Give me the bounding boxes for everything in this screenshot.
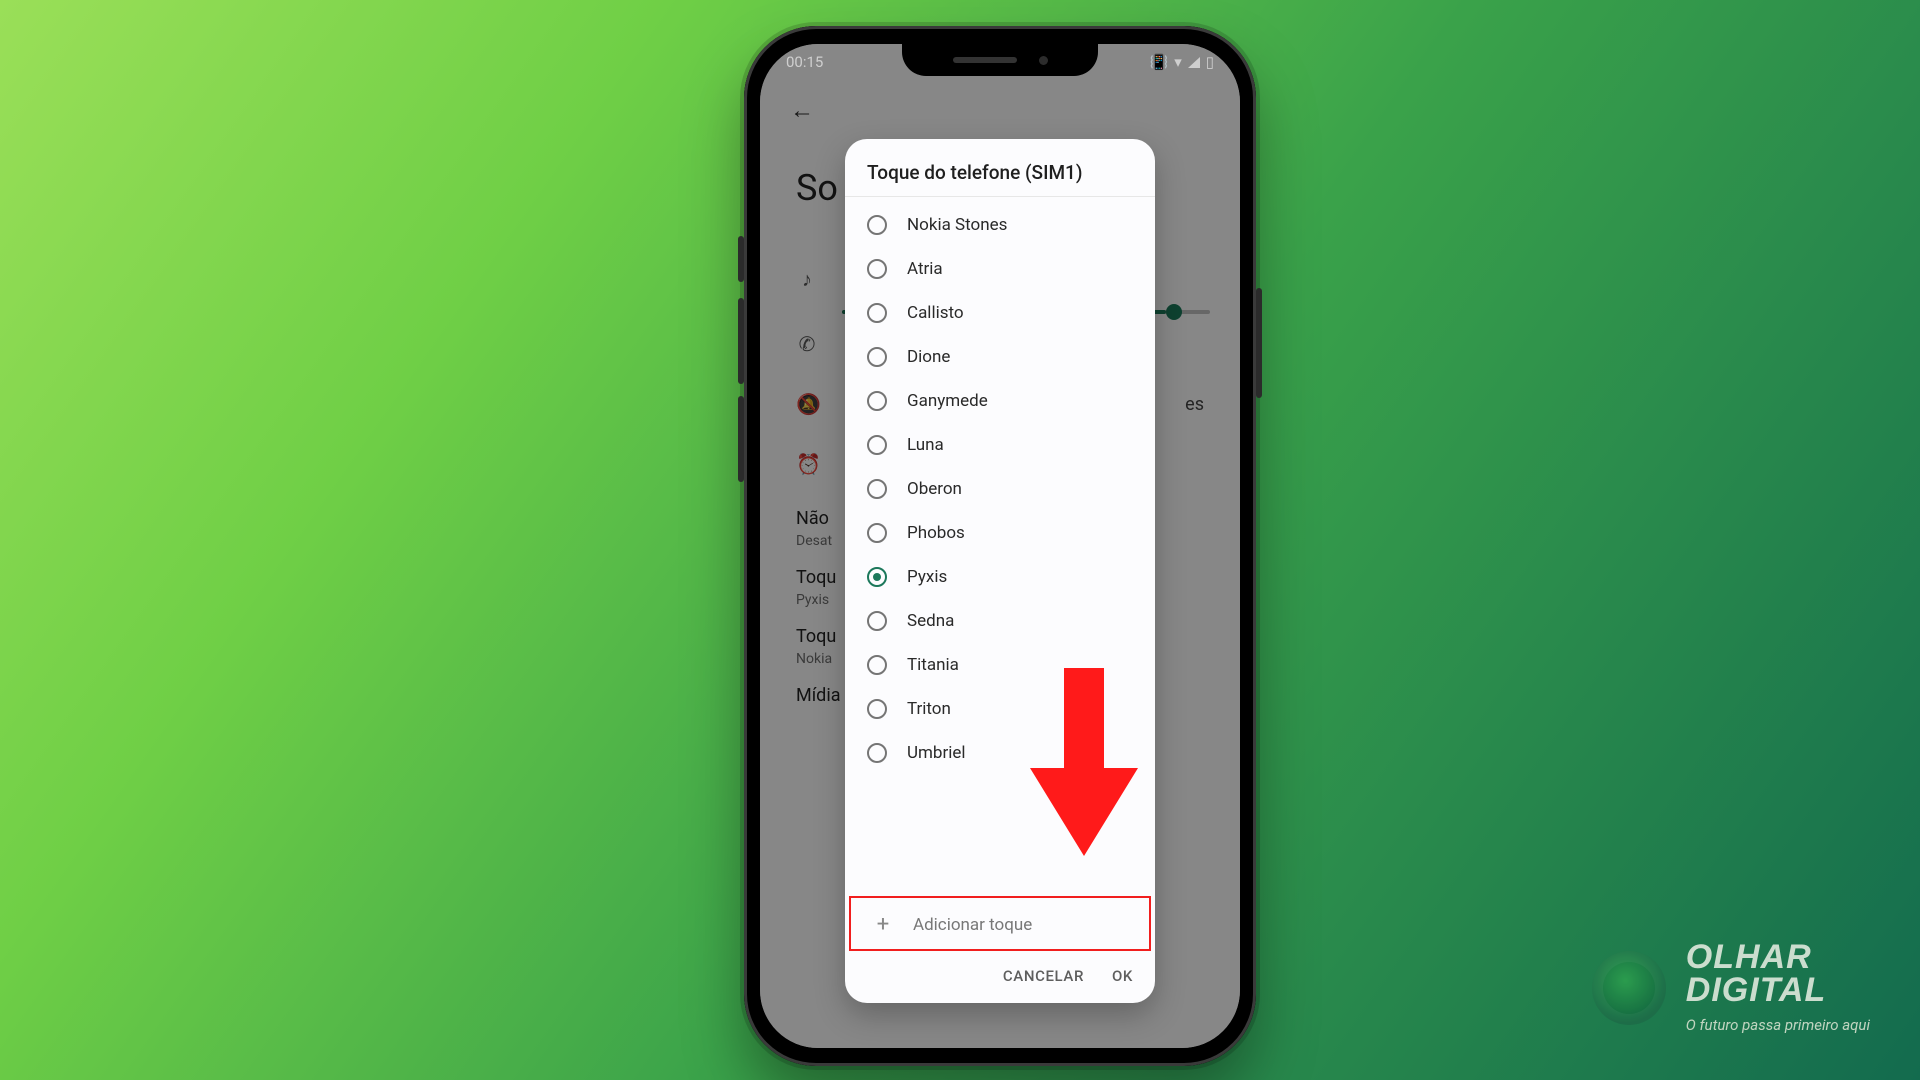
radio-icon bbox=[867, 215, 887, 235]
plus-icon: + bbox=[873, 912, 893, 937]
brand-line2: DIGITAL bbox=[1686, 974, 1870, 1006]
ringtone-label: Sedna bbox=[907, 611, 954, 631]
ringtone-option[interactable]: Sedna bbox=[845, 599, 1155, 643]
ringtone-option[interactable]: Triton bbox=[845, 687, 1155, 731]
ringtone-list[interactable]: Nokia Stones Atria Callisto Dione Ganymede Lu… bbox=[845, 201, 1155, 894]
ringtone-label: Phobos bbox=[907, 523, 965, 543]
alarm-icon: ⏰ bbox=[796, 452, 818, 476]
radio-icon bbox=[867, 303, 887, 323]
ringtone-label: Umbriel bbox=[907, 743, 966, 763]
brand-watermark: OLHAR DIGITAL O futuro passa primeiro aq… bbox=[1592, 941, 1870, 1034]
music-note-icon: ♪ bbox=[796, 267, 818, 292]
add-ringtone-label: Adicionar toque bbox=[913, 915, 1032, 935]
ringtone-option[interactable]: Dione bbox=[845, 335, 1155, 379]
status-time: 00:15 bbox=[786, 53, 823, 71]
radio-icon bbox=[867, 699, 887, 719]
ringtone-option[interactable]: Titania bbox=[845, 643, 1155, 687]
ringtone-label: Luna bbox=[907, 435, 944, 455]
radio-icon bbox=[867, 743, 887, 763]
brand-logo-icon bbox=[1592, 951, 1666, 1025]
ringtone-option[interactable]: Pyxis bbox=[845, 555, 1155, 599]
ringtone-label: Atria bbox=[907, 259, 943, 279]
ringtone-label: Oberon bbox=[907, 479, 962, 499]
battery-icon: ▯ bbox=[1206, 53, 1214, 71]
ringtone-option[interactable]: Umbriel bbox=[845, 731, 1155, 775]
radio-selected-icon bbox=[867, 567, 887, 587]
signal-icon bbox=[1188, 57, 1200, 68]
ringtone-option[interactable]: Phobos bbox=[845, 511, 1155, 555]
brand-tagline: O futuro passa primeiro aqui bbox=[1686, 1016, 1870, 1034]
ringtone-label: Dione bbox=[907, 347, 950, 367]
vibrate-icon: 📳 bbox=[1150, 53, 1169, 71]
bell-off-icon: 🔕 bbox=[796, 392, 818, 416]
tutorial-canvas: ← So ♪ ✆ 🔕 es ⏰ Não Desat bbox=[0, 0, 1920, 1080]
back-icon[interactable]: ← bbox=[790, 96, 1210, 125]
ringtone-label: Callisto bbox=[907, 303, 964, 323]
ringtone-label: Titania bbox=[907, 655, 959, 675]
dialog-title: Toque do telefone (SIM1) bbox=[845, 139, 1155, 196]
ringtone-option[interactable]: Nokia Stones bbox=[845, 203, 1155, 247]
ringtone-option[interactable]: Atria bbox=[845, 247, 1155, 291]
ringtone-option[interactable]: Luna bbox=[845, 423, 1155, 467]
ringtone-label: Nokia Stones bbox=[907, 215, 1007, 235]
phone-icon: ✆ bbox=[796, 332, 818, 356]
ringtone-option[interactable]: Callisto bbox=[845, 291, 1155, 335]
ringtone-option[interactable]: Ganymede bbox=[845, 379, 1155, 423]
phone-frame: ← So ♪ ✆ 🔕 es ⏰ Não Desat bbox=[744, 26, 1256, 1066]
radio-icon bbox=[867, 259, 887, 279]
cancel-button[interactable]: CANCELAR bbox=[1003, 967, 1084, 985]
phone-screen: ← So ♪ ✆ 🔕 es ⏰ Não Desat bbox=[760, 44, 1240, 1048]
ringtone-option[interactable]: Oberon bbox=[845, 467, 1155, 511]
radio-icon bbox=[867, 655, 887, 675]
radio-icon bbox=[867, 391, 887, 411]
ringtone-label: Pyxis bbox=[907, 567, 947, 587]
ok-button[interactable]: OK bbox=[1112, 967, 1133, 985]
radio-icon bbox=[867, 347, 887, 367]
radio-icon bbox=[867, 523, 887, 543]
add-ringtone-button[interactable]: + Adicionar toque bbox=[849, 896, 1151, 951]
radio-icon bbox=[867, 479, 887, 499]
brand-line1: OLHAR bbox=[1686, 941, 1870, 973]
ringtone-dialog: Toque do telefone (SIM1) Nokia Stones Atr… bbox=[845, 139, 1155, 1003]
wifi-icon: ▾ bbox=[1174, 53, 1182, 71]
radio-icon bbox=[867, 435, 887, 455]
phone-notch bbox=[902, 44, 1098, 76]
notif-text: es bbox=[1185, 394, 1204, 415]
ringtone-label: Triton bbox=[907, 699, 951, 719]
ringtone-label: Ganymede bbox=[907, 391, 988, 411]
radio-icon bbox=[867, 611, 887, 631]
